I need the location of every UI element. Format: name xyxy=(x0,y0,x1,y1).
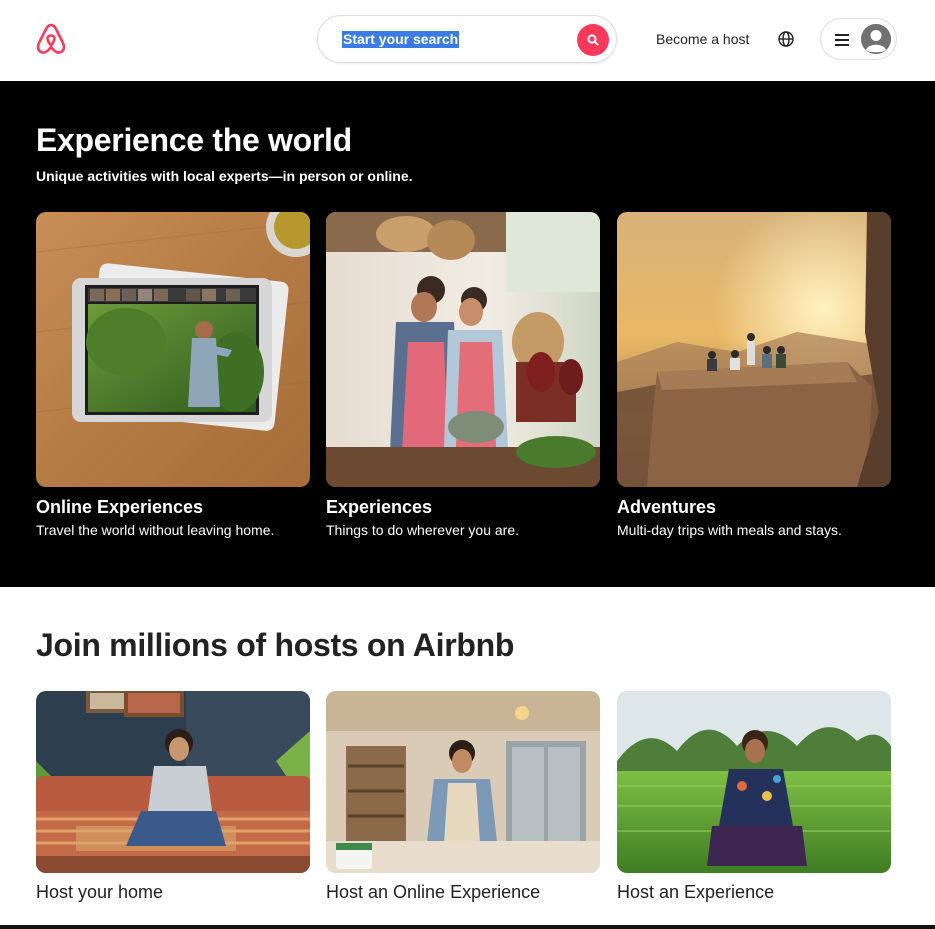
card-title[interactable]: Online Experiences xyxy=(36,496,310,518)
card-online-experiences[interactable]: Online Experiences Travel the world with… xyxy=(36,212,310,539)
card-title[interactable]: Adventures xyxy=(617,496,891,518)
search-bar[interactable]: Start your search xyxy=(317,15,617,63)
search-input[interactable]: Start your search xyxy=(342,31,460,48)
user-menu-button[interactable] xyxy=(820,18,897,60)
experience-title: Experience the world xyxy=(36,122,352,158)
globe-icon[interactable] xyxy=(776,29,796,49)
card-description: Things to do wherever you are. xyxy=(326,522,519,538)
host-home-image[interactable] xyxy=(36,691,310,873)
card-description: Travel the world without leaving home. xyxy=(36,522,275,538)
card-title[interactable]: Experiences xyxy=(326,496,600,518)
experience-subtitle: Unique activities with local experts—in … xyxy=(36,168,413,184)
host-card-experience[interactable]: Host an Experience xyxy=(617,691,891,903)
experience-section: Experience the world Unique activities w… xyxy=(0,81,935,587)
host-card-title[interactable]: Host your home xyxy=(36,881,310,903)
experiences-image[interactable] xyxy=(326,212,600,487)
host-card-title[interactable]: Host an Experience xyxy=(617,881,891,903)
card-description: Multi-day trips with meals and stays. xyxy=(617,522,842,538)
search-button[interactable] xyxy=(577,24,609,56)
footer-divider xyxy=(0,925,935,929)
card-adventures[interactable]: Adventures Multi-day trips with meals an… xyxy=(617,212,891,539)
card-experiences[interactable]: Experiences Things to do wherever you ar… xyxy=(326,212,600,539)
search-icon xyxy=(587,34,599,46)
host-online-experience-image[interactable] xyxy=(326,691,600,873)
host-card-home[interactable]: Host your home xyxy=(36,691,310,903)
hamburger-menu-icon xyxy=(834,33,850,47)
host-card-title[interactable]: Host an Online Experience xyxy=(326,881,600,903)
host-card-online-experience[interactable]: Host an Online Experience xyxy=(326,691,600,903)
host-experience-image[interactable] xyxy=(617,691,891,873)
airbnb-logo-icon[interactable] xyxy=(35,22,67,56)
hosts-title: Join millions of hosts on Airbnb xyxy=(36,627,515,663)
user-avatar-icon xyxy=(861,24,891,54)
become-host-link[interactable]: Become a host xyxy=(656,30,749,48)
top-header: Start your search Become a host xyxy=(0,0,935,81)
adventures-image[interactable] xyxy=(617,212,891,487)
online-experiences-image[interactable] xyxy=(36,212,310,487)
